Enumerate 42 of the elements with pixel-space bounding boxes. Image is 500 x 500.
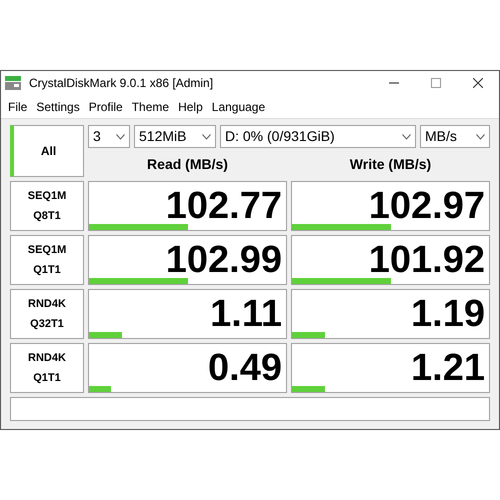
test-label[interactable]: SEQ1M Q1T1	[10, 235, 84, 285]
disk-icon	[5, 76, 21, 90]
menu-item[interactable]: Theme	[128, 98, 174, 116]
test-label[interactable]: RND4K Q32T1	[10, 289, 84, 339]
test-name: SEQ1M	[28, 189, 66, 204]
result-value: 102.99	[166, 238, 282, 283]
result-value: 1.11	[210, 292, 282, 337]
test-name: Q1T1	[33, 371, 61, 386]
column-header: Read (MB/s)	[147, 155, 228, 174]
all-button[interactable]: All	[10, 125, 84, 177]
window-title: CrystalDiskMark 9.0.1 x86 [Admin]	[29, 75, 214, 92]
test-name: RND4K	[28, 297, 66, 312]
dropdown[interactable]: MB/s	[420, 125, 490, 148]
maximize-icon[interactable]	[431, 78, 441, 88]
result-value: 0.49	[208, 346, 282, 391]
chevron-icon	[402, 134, 411, 140]
test-label[interactable]: RND4K Q1T1	[10, 343, 84, 393]
result-value: 102.97	[368, 184, 485, 229]
result-value: 1.21	[411, 346, 485, 391]
result-value: 101.92	[368, 238, 485, 283]
test-name: Q8T1	[33, 209, 61, 224]
chevron-icon	[116, 134, 125, 140]
test-name: SEQ1M	[28, 243, 66, 258]
menu-item[interactable]: Help	[174, 98, 207, 116]
menu-item[interactable]: Profile	[84, 98, 127, 116]
dropdown[interactable]: 3	[88, 125, 130, 148]
menu-item[interactable]: Language	[208, 98, 270, 116]
test-name: RND4K	[28, 351, 66, 366]
result-value: 1.19	[411, 292, 485, 337]
menu-item[interactable]: File	[4, 98, 32, 116]
test-name: Q1T1	[33, 263, 61, 278]
result-value: 102.77	[166, 184, 282, 229]
test-label[interactable]: SEQ1M Q8T1	[10, 181, 84, 231]
dropdown[interactable]: D: 0% (0/931GiB)	[220, 125, 416, 148]
test-name: Q32T1	[30, 317, 64, 332]
menu-item[interactable]: Settings	[32, 98, 84, 116]
close-icon[interactable]	[473, 78, 483, 88]
chevron-icon	[202, 134, 211, 140]
column-header: Write (MB/s)	[350, 155, 432, 174]
dropdown[interactable]: 512MiB	[134, 125, 216, 148]
comment-field[interactable]	[10, 397, 490, 421]
chevron-icon	[476, 134, 485, 140]
